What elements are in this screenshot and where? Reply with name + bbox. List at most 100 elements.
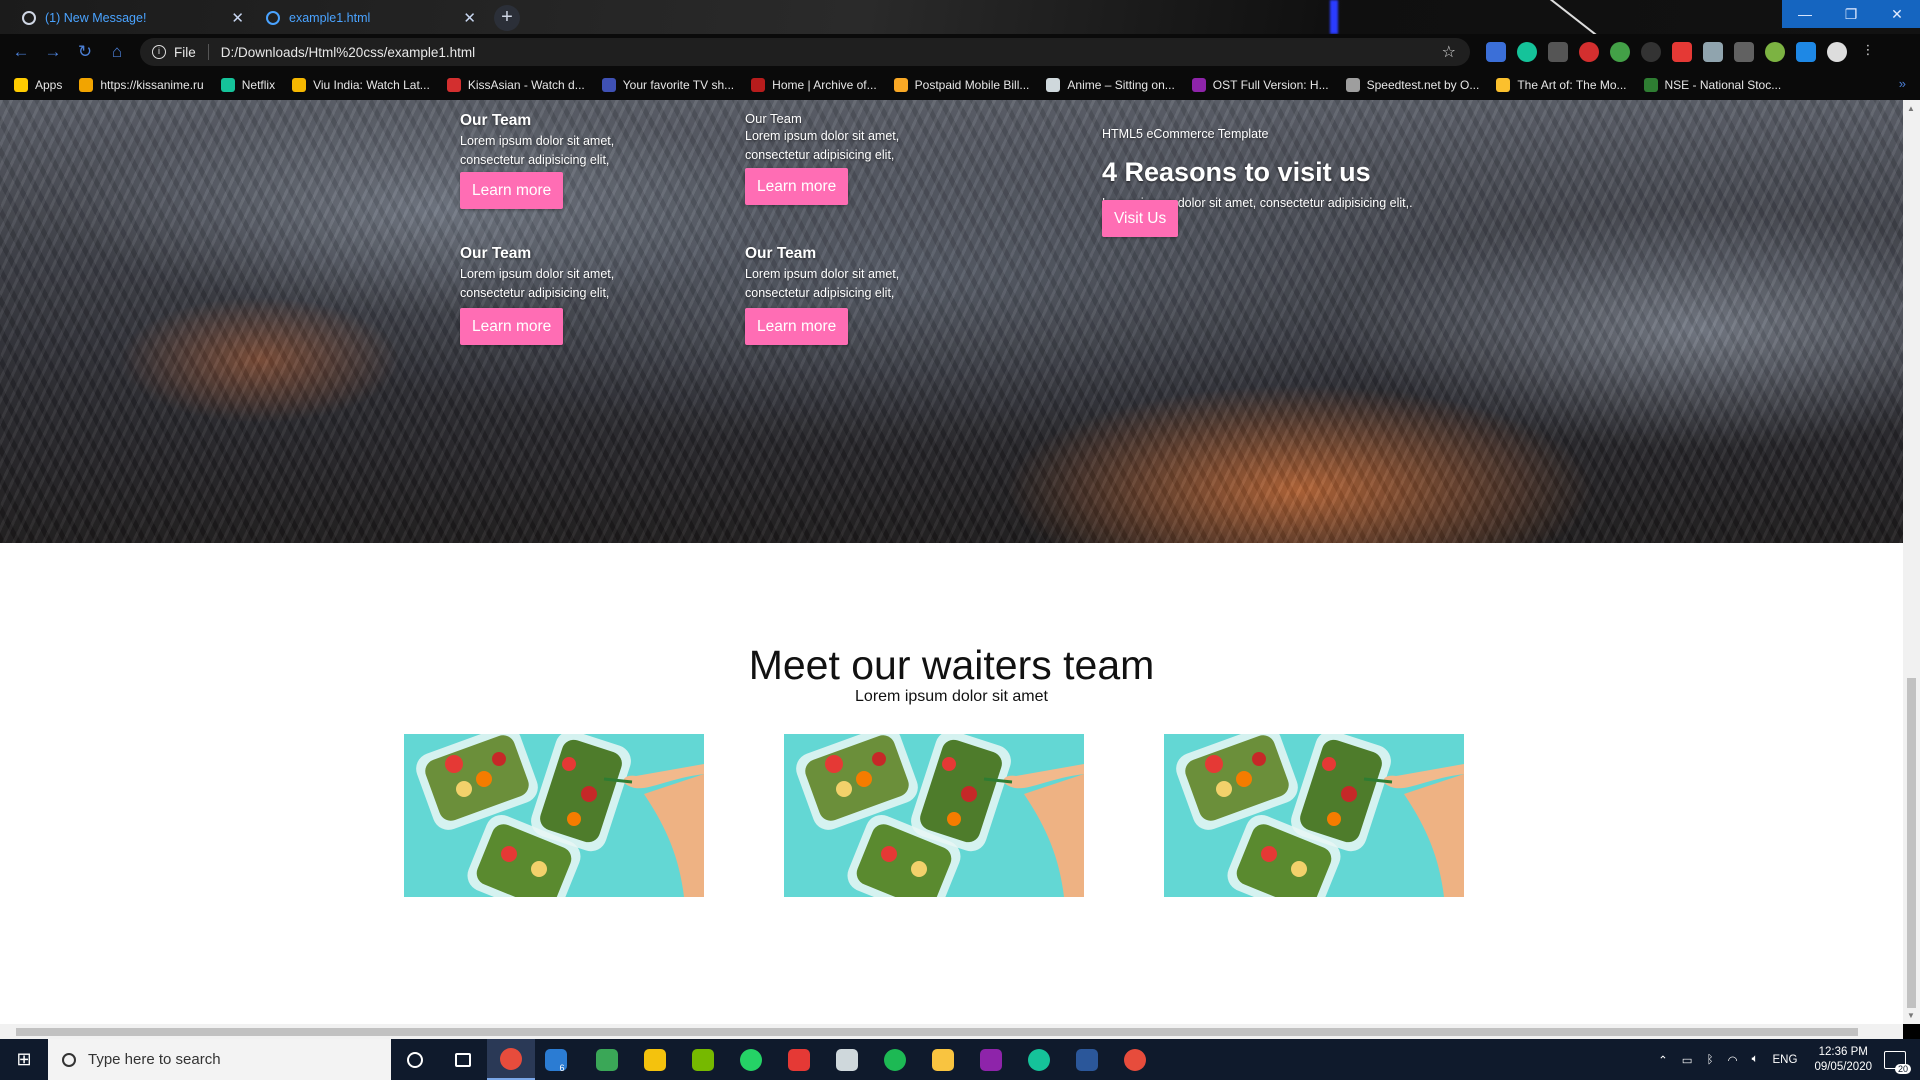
feature-title: Our Team [745,111,802,126]
reading-list-icon[interactable] [1796,42,1816,62]
bookmark-item[interactable]: KissAsian - Watch d... [446,78,585,92]
reload-button[interactable]: ↻ [74,41,96,63]
taskbar-app[interactable]: 6 [535,1039,583,1080]
menu-kebab-icon[interactable]: ⋮ [1858,42,1878,62]
mountain-background [0,100,1903,543]
scroll-up-icon[interactable]: ▲ [1907,104,1915,113]
vertical-scrollbar[interactable]: ▲ ▼ [1903,100,1920,1024]
taskbar-app[interactable] [439,1039,487,1080]
taskbar-app[interactable] [823,1039,871,1080]
extension-icon[interactable] [1734,42,1754,62]
taskbar-app[interactable] [679,1039,727,1080]
apps-shortcut[interactable]: Apps [14,78,62,92]
grammarly-icon [1028,1048,1050,1071]
close-tab-icon[interactable]: ✕ [231,9,244,27]
taskbar-app[interactable] [1111,1039,1159,1080]
nvidia-icon [692,1048,714,1071]
bookmark-favicon-icon [1046,78,1061,92]
learn-more-button[interactable]: Learn more [460,308,564,345]
color-extension-icon[interactable] [1672,42,1692,62]
scrollbar-thumb[interactable] [1907,678,1916,1008]
browser-toolbar: ← → ↻ ⌂ i File D:/Downloads/Html%20css/e… [0,34,1920,70]
more-bookmarks-icon[interactable]: » [1899,76,1906,91]
bookmark-star-icon[interactable]: ☆ [1442,42,1456,62]
taskbar-app[interactable] [1063,1039,1111,1080]
tab-new-message[interactable]: (1) New Message! ✕ [10,2,254,34]
refresh-extension-icon[interactable] [1610,42,1630,62]
bookmark-item[interactable]: Postpaid Mobile Bill... [893,78,1029,92]
close-tab-icon[interactable]: ✕ [463,9,476,27]
feature-text: Lorem ipsum dolor sit amet, [460,267,615,281]
forward-button[interactable]: → [42,41,64,63]
windows-start-icon[interactable]: ⊞ [0,1039,48,1080]
profile-avatar-icon[interactable] [1827,42,1847,62]
url-text[interactable]: D:/Downloads/Html%20css/example1.html [221,45,475,60]
learn-more-button[interactable]: Learn more [460,172,564,209]
translate-extension-icon[interactable] [1486,42,1506,62]
bookmark-item[interactable]: NSE - National Stoc... [1643,78,1781,92]
info-icon[interactable]: i [152,45,166,59]
bookmark-item[interactable]: Your favorite TV sh... [601,78,735,92]
bookmark-label: Your favorite TV sh... [622,78,735,92]
mail-badge: 6 [559,1062,565,1073]
taskbar-app[interactable] [391,1039,439,1080]
taskbar-app[interactable] [919,1039,967,1080]
home-button[interactable]: ⌂ [106,41,128,63]
horizontal-scrollbar[interactable] [0,1024,1903,1039]
extension-icon[interactable] [1765,42,1785,62]
minimize-button[interactable]: — [1782,0,1828,28]
chrome-icon [500,1047,522,1070]
taskbar-app[interactable] [871,1039,919,1080]
screenshot-extension-icon[interactable] [1703,42,1723,62]
back-button[interactable]: ← [10,41,32,63]
adblock-extension-icon[interactable] [1579,42,1599,62]
restore-button[interactable]: ❐ [1828,0,1874,28]
address-bar[interactable]: i File D:/Downloads/Html%20css/example1.… [140,38,1470,66]
bookmark-item[interactable]: Home | Archive of... [751,78,877,92]
wifi-icon[interactable]: ◠ [1728,1053,1738,1067]
close-window-button[interactable]: ✕ [1874,0,1920,28]
learn-more-button[interactable]: Learn more [745,168,849,205]
bookmark-favicon-icon [220,78,235,92]
taskbar-app[interactable] [967,1039,1015,1080]
feature-text: consectetur adipisicing elit, [460,286,610,300]
new-tab-button[interactable]: + [494,5,520,31]
extension-icon[interactable] [1641,42,1661,62]
tab-example1[interactable]: example1.html ✕ [254,2,486,34]
pdf-extension-icon[interactable] [1548,42,1568,62]
team-subtitle: Lorem ipsum dolor sit amet [855,688,1048,705]
visit-us-button[interactable]: Visit Us [1102,200,1179,237]
feature-title: Our Team [745,245,817,262]
taskbar-app[interactable] [1015,1039,1063,1080]
system-tray: ⌃ ▭ ᛒ ◠ 🔈︎ ENG 12:36 PM 09/05/2020 20 [1651,1039,1920,1080]
power-icon[interactable]: ▭ [1682,1053,1693,1067]
bluetooth-icon[interactable]: ᛒ [1707,1054,1714,1066]
bookmark-item[interactable]: https://kissanime.ru [79,78,204,92]
feature-card: Our Team Lorem ipsum dolor sit amet, con… [745,111,1005,165]
bookmark-favicon-icon [1191,78,1206,92]
taskbar-app[interactable] [487,1039,535,1080]
volume-icon[interactable]: 🔈︎ [1752,1053,1759,1066]
taskbar-app[interactable] [631,1039,679,1080]
grammarly-extension-icon[interactable] [1517,42,1537,62]
taskbar-app[interactable] [775,1039,823,1080]
edge-icon [596,1048,618,1071]
bookmark-item[interactable]: OST Full Version: H... [1191,78,1329,92]
taskbar-search-box[interactable]: Type here to search [48,1039,391,1080]
taskbar-app[interactable] [583,1039,631,1080]
notification-center-icon[interactable]: 20 [1884,1050,1911,1074]
bookmark-item[interactable]: Anime – Sitting on... [1046,78,1175,92]
bookmark-item[interactable]: Netflix [220,78,275,92]
bookmark-favicon-icon [893,78,908,92]
bookmark-item[interactable]: Speedtest.net by O... [1345,78,1479,92]
clock[interactable]: 12:36 PM 09/05/2020 [1814,1045,1872,1075]
taskbar-app[interactable] [727,1039,775,1080]
scrollbar-thumb[interactable] [16,1028,1858,1036]
bookmark-item[interactable]: The Art of: The Mo... [1496,78,1627,92]
show-hidden-icons-icon[interactable]: ⌃ [1658,1053,1668,1067]
bookmark-label: KissAsian - Watch d... [467,78,585,92]
bookmark-item[interactable]: Viu India: Watch Lat... [292,78,430,92]
scroll-down-icon[interactable]: ▼ [1907,1011,1915,1020]
learn-more-button[interactable]: Learn more [745,308,849,345]
language-indicator[interactable]: ENG [1773,1054,1798,1066]
